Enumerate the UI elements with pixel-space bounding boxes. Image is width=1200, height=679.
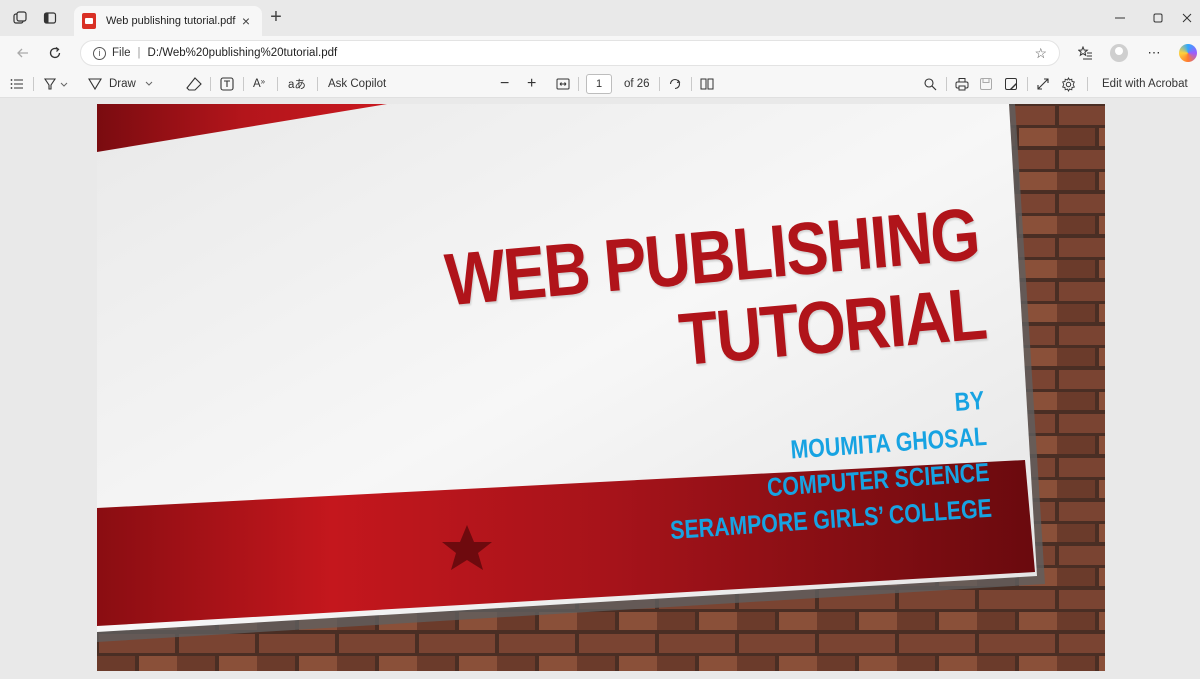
active-tab[interactable]: Web publishing tutorial.pdf × <box>74 6 262 36</box>
ask-copilot-label: Ask Copilot <box>328 78 387 90</box>
slide-byline: BY MOUMITA GHOSAL COMPUTER SCIENCE SERAM… <box>591 382 993 553</box>
page-count: of 26 <box>624 74 650 94</box>
tab-close-button[interactable]: × <box>236 13 256 29</box>
avatar <box>1110 44 1128 62</box>
pdf-page: WEB PUBLISHING TUTORIAL BY MOUMITA GHOSA… <box>97 104 1105 671</box>
page-number-field[interactable]: 1 <box>586 74 612 94</box>
info-icon[interactable]: i <box>93 46 106 60</box>
fullscreen-icon[interactable] <box>1036 74 1050 94</box>
toolbar-divider <box>33 77 34 91</box>
toolbar-divider <box>317 77 318 91</box>
draw-button[interactable]: Draw <box>87 74 154 94</box>
draw-label: Draw <box>109 78 136 90</box>
toolbar-divider <box>691 77 692 91</box>
search-icon[interactable] <box>923 74 937 94</box>
read-aloud-icon[interactable]: A» <box>253 74 265 94</box>
translate-glyph: aあ <box>288 79 306 91</box>
page-count-label: of 26 <box>624 78 650 90</box>
save-icon[interactable] <box>979 74 993 94</box>
tab-title: Web publishing tutorial.pdf <box>106 15 236 27</box>
address-bar[interactable]: i File | D:/Web%20publishing%20tutorial.… <box>80 40 1060 66</box>
page-number-input[interactable]: 1 <box>586 74 612 94</box>
ask-copilot-button[interactable]: Ask Copilot <box>328 74 386 94</box>
read-aloud-glyph: A <box>253 78 261 90</box>
minimize-button[interactable] <box>1105 6 1135 30</box>
close-window-button[interactable] <box>1172 6 1200 30</box>
page-view-icon[interactable] <box>700 74 714 94</box>
settings-icon[interactable] <box>1061 74 1076 94</box>
pdf-file-icon <box>82 13 96 29</box>
edit-with-acrobat-label: Edit with Acrobat <box>1102 78 1188 90</box>
toolbar-divider <box>946 77 947 91</box>
toolbar-divider <box>659 77 660 91</box>
pdf-viewer[interactable]: WEB PUBLISHING TUTORIAL BY MOUMITA GHOSA… <box>0 98 1200 679</box>
contents-icon[interactable] <box>10 74 24 94</box>
toolbar-divider <box>1027 77 1028 91</box>
print-icon[interactable] <box>955 74 969 94</box>
url-text[interactable]: D:/Web%20publishing%20tutorial.pdf <box>148 47 338 59</box>
zoom-in-icon[interactable]: + <box>527 74 536 94</box>
toolbar-divider <box>210 77 211 91</box>
restore-button[interactable] <box>1143 6 1173 30</box>
copilot-icon[interactable] <box>1177 42 1199 64</box>
profile-icon[interactable] <box>1108 42 1130 64</box>
more-icon[interactable]: ⋯ <box>1143 42 1165 64</box>
scheme-label: File <box>112 47 131 59</box>
workspaces-icon[interactable] <box>10 8 30 28</box>
zoom-out-icon[interactable]: − <box>500 74 509 94</box>
tab-actions-icon[interactable] <box>40 8 60 28</box>
pdf-toolbar: Draw A» aあ Ask Copilot − + 1 of 26 Edit … <box>0 70 1200 98</box>
favorite-star-icon[interactable]: ☆ <box>1034 45 1047 62</box>
new-tab-button[interactable]: + <box>266 7 286 28</box>
save-as-icon[interactable] <box>1004 74 1018 94</box>
highlight-icon[interactable] <box>43 74 69 94</box>
edit-with-acrobat-button[interactable]: Edit with Acrobat <box>1102 74 1188 94</box>
rotate-icon[interactable] <box>668 74 682 94</box>
translate-icon[interactable]: aあ <box>288 74 306 94</box>
fit-page-icon[interactable] <box>556 74 570 94</box>
favorites-icon[interactable] <box>1074 42 1096 64</box>
toolbar-divider <box>243 77 244 91</box>
address-divider: | <box>137 47 141 59</box>
erase-icon[interactable] <box>186 74 202 94</box>
refresh-icon[interactable] <box>44 42 66 64</box>
toolbar-divider <box>578 77 579 91</box>
back-icon[interactable] <box>12 42 34 64</box>
toolbar-divider <box>277 77 278 91</box>
address-bar-row: i File | D:/Web%20publishing%20tutorial.… <box>0 36 1200 70</box>
text-box-icon[interactable] <box>220 74 234 94</box>
tab-strip: Web publishing tutorial.pdf × + <box>0 0 1200 36</box>
copilot-logo <box>1179 44 1197 62</box>
toolbar-divider <box>1087 77 1088 91</box>
